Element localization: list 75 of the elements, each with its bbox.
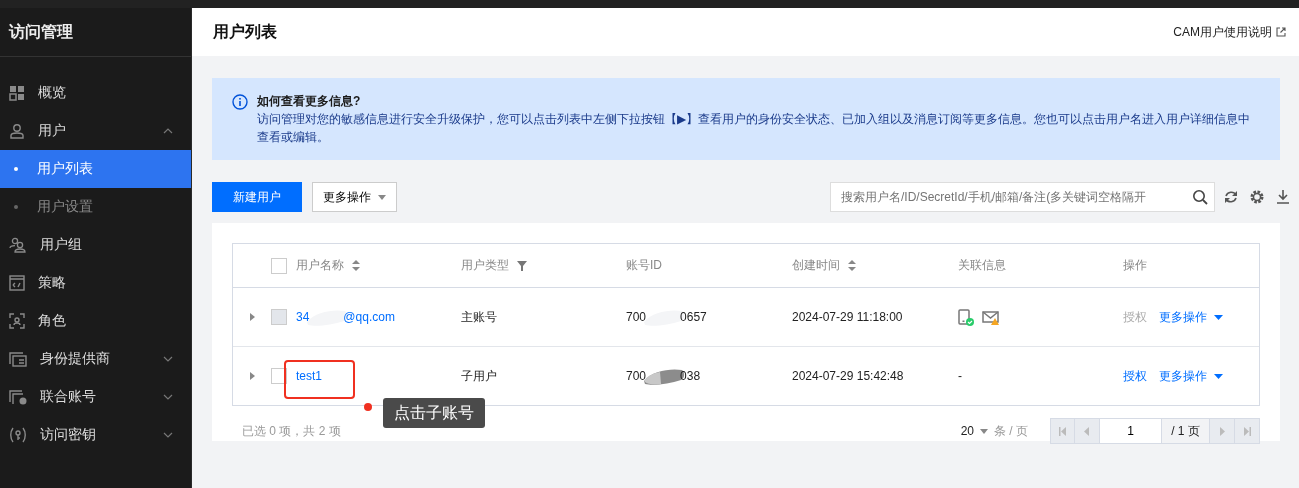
code-window-icon [9, 275, 25, 291]
caret-down-icon [1214, 373, 1223, 379]
column-header: 关联信息 [958, 257, 1006, 274]
highlight-frame [284, 360, 355, 399]
search-icon [1192, 189, 1208, 205]
nav-item[interactable]: 策略 [0, 264, 191, 302]
action-link[interactable]: 更多操作 [1159, 367, 1223, 385]
app-title: 访问管理 [0, 8, 191, 57]
external-link-icon [1276, 27, 1286, 37]
sort-icon [352, 260, 360, 271]
page-total: / 1 页 [1162, 418, 1210, 444]
table-cell: 700 [626, 369, 647, 383]
search-field[interactable]: 搜索用户名/ID/SecretId/手机/邮箱/备注(多关键词空格隔开 [830, 182, 1215, 212]
dot-icon [14, 167, 18, 171]
column-header: 用户名称 [296, 257, 344, 274]
help-link[interactable]: CAM用户使用说明 [1173, 23, 1286, 41]
table-cell: 700 [626, 310, 647, 324]
chevron-down-icon [163, 394, 173, 400]
chevron-up-icon [163, 128, 173, 134]
table-cell: 2024-07-29 15:42:48 [792, 369, 904, 383]
previous-page-icon [1083, 426, 1091, 436]
user-icon [9, 123, 25, 139]
action-link[interactable]: 授权 [1123, 367, 1147, 385]
role-frame-icon [9, 313, 25, 329]
info-icon [232, 94, 248, 110]
caret-down-icon [980, 428, 988, 434]
chevron-down-icon [163, 356, 173, 362]
selection-summary: 已选 0 项，共 2 项 [242, 422, 341, 440]
page-title: 用户列表 [213, 21, 277, 42]
nav-item[interactable]: 身份提供商 [0, 340, 191, 378]
caret-down-icon [1214, 314, 1223, 320]
nav-item[interactable]: 用户组 [0, 226, 191, 264]
disabled-link: 授权 [1123, 308, 1147, 326]
page-input[interactable]: 1 [1100, 418, 1162, 444]
user-group-icon [9, 237, 27, 253]
user-name-link[interactable]: test1 [296, 369, 322, 383]
linked-folder-icon [9, 389, 27, 405]
more-actions-dropdown[interactable]: 更多操作 [312, 182, 397, 212]
column-header: 操作 [1123, 257, 1147, 274]
sort-icon [848, 260, 856, 271]
last-page-icon [1243, 426, 1251, 436]
id-card-icon [9, 351, 27, 367]
caret-down-icon [378, 194, 386, 200]
caret-right-icon[interactable] [248, 372, 256, 380]
column-header: 创建时间 [792, 257, 840, 274]
filter-icon [517, 260, 527, 271]
new-user-button[interactable]: 新建用户 [212, 182, 302, 212]
marker-dot [364, 403, 372, 411]
table-cell: 主账号 [461, 308, 497, 326]
dot-icon [14, 205, 18, 209]
grid-icon [9, 85, 25, 101]
annotation-tooltip: 点击子账号 [383, 398, 485, 428]
nav-item[interactable]: 访问密钥 [0, 416, 191, 454]
nav-item[interactable]: 概览 [0, 74, 191, 112]
notice-text: 访问管理对您的敏感信息进行安全升级保护，您可以点击列表中左侧下拉按钮【▶】查看用户的身份安全状态、已加入组以及消息订阅等更多信息。您也可以点击用户名进入用户详细信息中查看或编辑。 [257, 111, 1252, 146]
page-size-select[interactable]: 20 [960, 424, 988, 438]
column-header: 用户类型 [461, 257, 509, 274]
next-page-icon [1218, 426, 1226, 436]
table-cell: 038 [680, 369, 701, 383]
notice-title: 如何查看更多信息? [257, 93, 362, 110]
page-size-unit: 条 / 页 [994, 422, 1028, 440]
nav-item[interactable]: 用户 [0, 112, 191, 150]
first-page-icon [1058, 426, 1067, 436]
table-cell: 2024-07-29 11:18:00 [792, 310, 903, 324]
key-bracket-icon [9, 427, 27, 443]
nav-subitem[interactable]: 用户列表 [0, 150, 191, 188]
table-cell: - [958, 369, 962, 383]
chevron-down-icon [163, 432, 173, 438]
checkbox[interactable] [271, 257, 287, 274]
column-header: 账号ID [626, 257, 662, 274]
table-cell: 子用户 [461, 367, 497, 385]
nav-subitem[interactable]: 用户设置 [0, 188, 191, 226]
table-cell: 0657 [680, 310, 707, 324]
nav-item[interactable]: 角色 [0, 302, 191, 340]
nav-item[interactable]: 联合账号 [0, 378, 191, 416]
